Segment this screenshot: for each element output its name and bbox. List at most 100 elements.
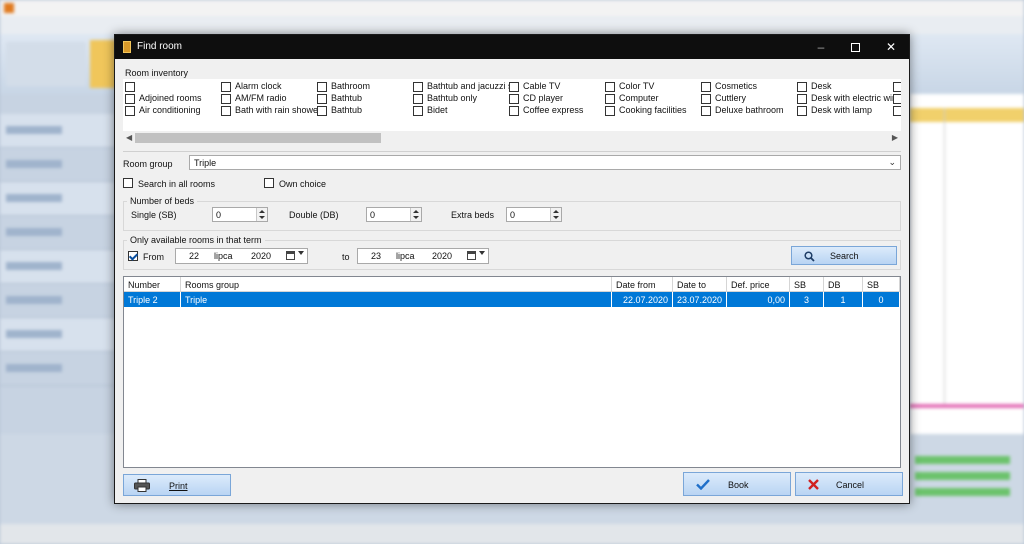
cell-sb: 3	[790, 292, 824, 307]
inventory-checkbox[interactable]	[221, 94, 231, 104]
cell-db: 1	[824, 292, 863, 307]
inventory-item-label: Bathroom	[331, 81, 371, 91]
search-button-label: Search	[830, 251, 859, 261]
inventory-checkbox[interactable]	[221, 82, 231, 92]
single-beds-spinner[interactable]: 0	[212, 207, 268, 222]
scrollbar-thumb[interactable]	[135, 133, 381, 143]
single-beds-label: Single (SB)	[131, 210, 177, 220]
dropdown-arrow-icon[interactable]	[298, 251, 304, 255]
inventory-checkbox[interactable]	[413, 94, 423, 104]
inventory-checkbox[interactable]	[413, 82, 423, 92]
inventory-item-label: Cuttlery	[715, 93, 747, 103]
inventory-item-label: Deluxe bathroom	[715, 105, 784, 115]
to-month: lipca	[396, 251, 415, 261]
room-group-select[interactable]: Triple ⌄	[189, 155, 901, 170]
to-day: 23	[371, 251, 382, 261]
inventory-checkbox[interactable]	[125, 94, 135, 104]
arrow-down-icon[interactable]	[259, 216, 265, 219]
available-term-title: Only available rooms in that term	[127, 235, 265, 245]
book-button[interactable]: Book	[683, 472, 791, 496]
inventory-checkbox[interactable]	[893, 94, 901, 104]
single-beds-value: 0	[216, 210, 222, 220]
dialog-title: Find room	[137, 41, 183, 52]
column-header[interactable]: SB	[790, 277, 824, 292]
column-header[interactable]: Number	[124, 277, 181, 292]
scroll-left-icon[interactable]: ◀	[126, 133, 132, 142]
inventory-item-label: AM/FM radio	[235, 93, 287, 103]
inventory-checkbox[interactable]	[509, 106, 519, 116]
search-all-rooms-checkbox[interactable]	[123, 178, 133, 188]
from-date-picker[interactable]: 22 lipca 2020	[175, 248, 308, 264]
column-header[interactable]: SB	[863, 277, 900, 292]
column-header[interactable]: Date from	[612, 277, 673, 292]
x-icon	[808, 479, 819, 490]
inventory-checkbox[interactable]	[797, 106, 807, 116]
inventory-checkbox[interactable]	[797, 94, 807, 104]
extra-beds-spinner[interactable]: 0	[506, 207, 562, 222]
inventory-checkbox[interactable]	[509, 82, 519, 92]
calendar-icon[interactable]	[286, 251, 295, 260]
find-room-dialog: Find room – ✕ Room inventory Adjoined ro…	[114, 34, 910, 504]
search-all-rooms-label: Search in all rooms	[138, 179, 216, 189]
inventory-horizontal-scrollbar[interactable]: ◀ ▶	[123, 131, 901, 145]
table-row[interactable]: Triple 2 Triple 22.07.2020 23.07.2020 0,…	[124, 292, 900, 307]
inventory-checkbox[interactable]	[605, 82, 615, 92]
inventory-item-label: Bathtub and jacuzzi s	[427, 81, 513, 91]
to-date-picker[interactable]: 23 lipca 2020	[357, 248, 489, 264]
extra-beds-label: Extra beds	[451, 210, 495, 220]
inventory-item-label: Cooking facilities	[619, 105, 687, 115]
inventory-checkbox[interactable]	[701, 94, 711, 104]
inventory-checkbox[interactable]	[509, 94, 519, 104]
from-date-checkbox[interactable]	[128, 251, 138, 261]
inventory-checkbox[interactable]	[701, 82, 711, 92]
from-year: 2020	[251, 251, 272, 261]
column-header[interactable]: Def. price	[727, 277, 790, 292]
inventory-checkbox[interactable]	[605, 106, 615, 116]
inventory-checkbox[interactable]	[125, 106, 135, 116]
inventory-checkbox[interactable]	[317, 82, 327, 92]
magnifier-icon	[804, 251, 815, 262]
print-button-label: Print	[169, 481, 188, 491]
inventory-item-label: Color TV	[619, 81, 655, 91]
inventory-checkbox[interactable]	[605, 94, 615, 104]
print-button[interactable]: Print	[123, 474, 231, 496]
room-inventory-list: Adjoined rooms Air conditioning Alarm cloc…	[123, 79, 901, 145]
cancel-button[interactable]: Cancel	[795, 472, 903, 496]
calendar-icon[interactable]	[467, 251, 476, 260]
arrow-up-icon[interactable]	[413, 210, 419, 213]
inventory-checkbox[interactable]	[413, 106, 423, 116]
inventory-checkbox[interactable]	[893, 82, 901, 92]
own-choice-checkbox[interactable]	[264, 178, 274, 188]
bg-calendar-header	[910, 108, 1024, 122]
inventory-item-label: Adjoined rooms	[139, 93, 202, 103]
scroll-right-icon[interactable]: ▶	[892, 133, 898, 142]
inventory-checkbox[interactable]	[317, 106, 327, 116]
arrow-up-icon[interactable]	[259, 210, 265, 213]
inventory-checkbox[interactable]	[317, 94, 327, 104]
checkmark-icon	[696, 479, 710, 490]
from-day: 22	[189, 251, 200, 261]
arrow-down-icon[interactable]	[553, 216, 559, 219]
inventory-checkbox[interactable]	[797, 82, 807, 92]
column-header[interactable]: Date to	[673, 277, 727, 292]
dropdown-arrow-icon[interactable]	[479, 251, 485, 255]
arrow-down-icon[interactable]	[413, 216, 419, 219]
inventory-item-label: Alarm clock	[235, 81, 282, 91]
inventory-checkbox[interactable]	[893, 106, 901, 116]
column-header[interactable]: Rooms group	[181, 277, 612, 292]
close-button[interactable]: ✕	[873, 35, 909, 59]
from-month: lipca	[214, 251, 233, 261]
room-inventory-label: Room inventory	[125, 68, 189, 78]
maximize-button[interactable]	[837, 35, 873, 59]
inventory-checkbox[interactable]	[701, 106, 711, 116]
double-beds-spinner[interactable]: 0	[366, 207, 422, 222]
minimize-button[interactable]: –	[803, 35, 839, 59]
search-button[interactable]: Search	[791, 246, 897, 265]
inventory-checkbox[interactable]	[125, 82, 135, 92]
column-header[interactable]: DB	[824, 277, 863, 292]
app-door-icon	[123, 41, 131, 53]
inventory-checkbox[interactable]	[221, 106, 231, 116]
cell-def-price: 0,00	[727, 292, 790, 307]
bg-title-bar	[0, 0, 1024, 16]
arrow-up-icon[interactable]	[553, 210, 559, 213]
